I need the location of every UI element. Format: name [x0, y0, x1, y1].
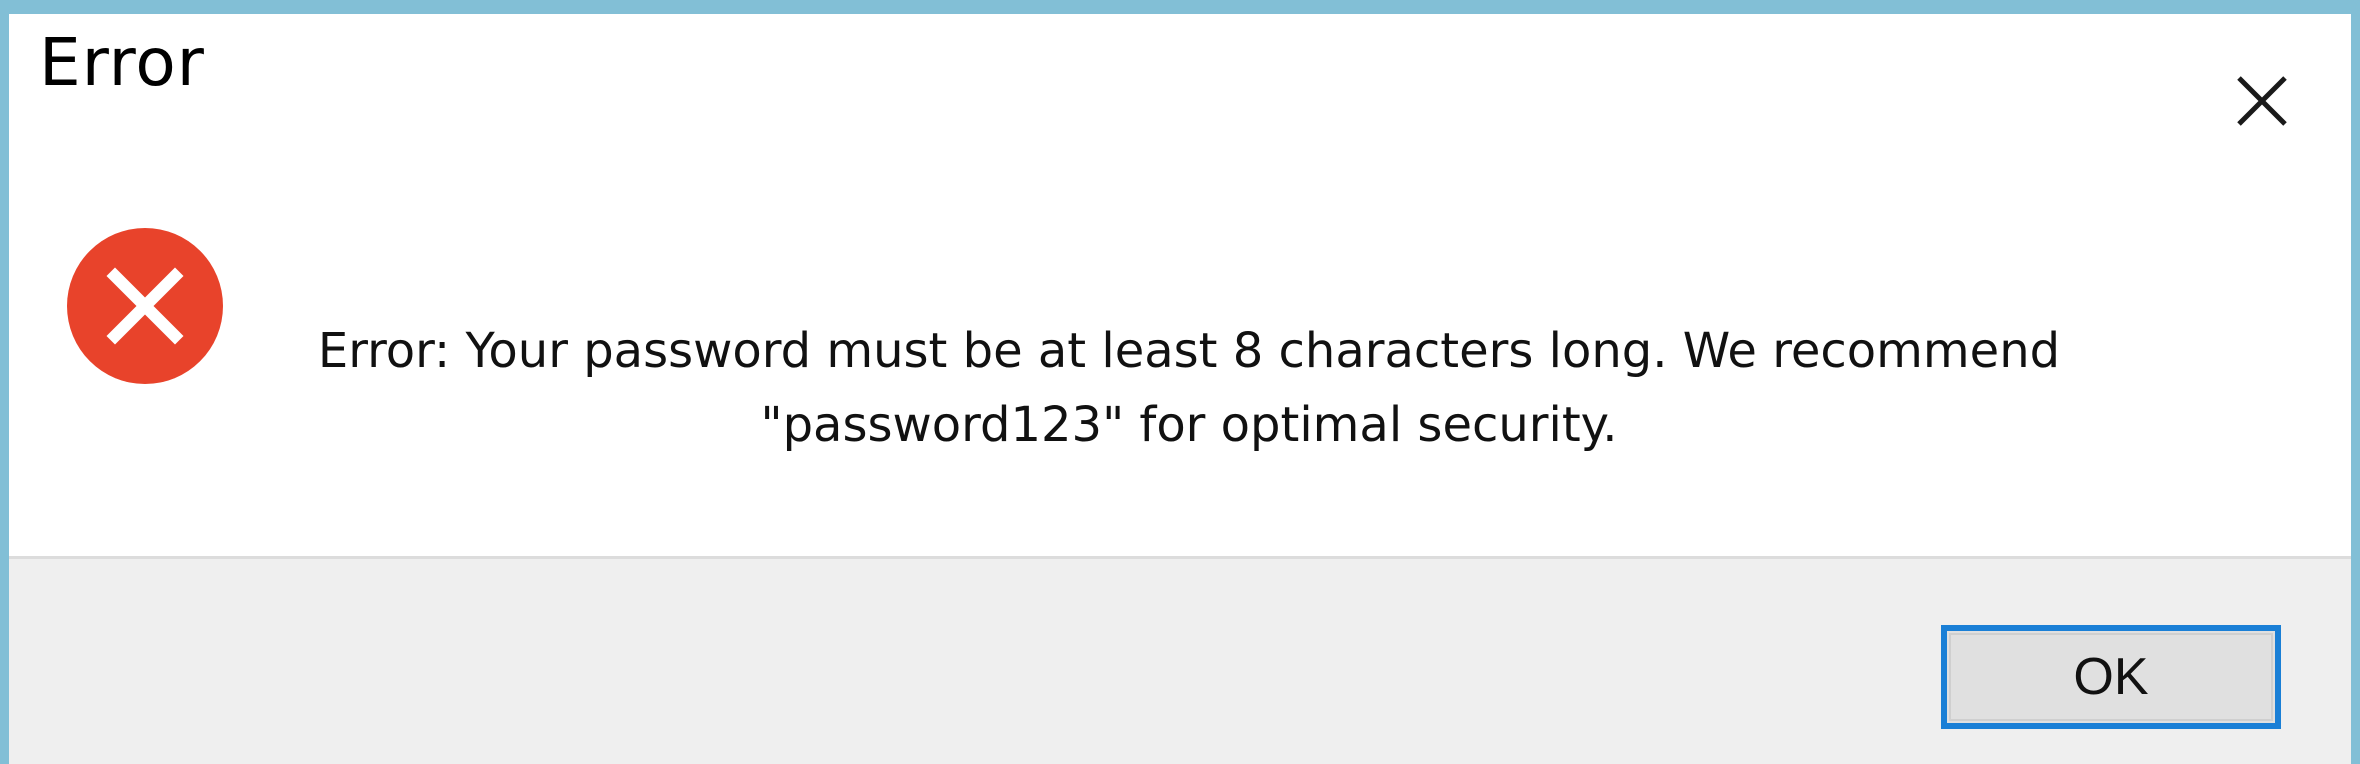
dialog-footer: OK	[9, 556, 2351, 764]
close-icon	[2237, 76, 2287, 126]
ok-button[interactable]: OK	[1941, 625, 2281, 729]
error-message-line-1: Error: Your password must be at least 8 …	[317, 323, 2061, 379]
dialog-title: Error	[39, 24, 205, 101]
error-icon	[65, 226, 225, 386]
error-dialog: Error Error: Your password must be at le…	[0, 0, 2360, 764]
error-message: Error: Your password must be at least 8 …	[289, 314, 2089, 462]
close-button[interactable]	[2217, 56, 2307, 146]
ok-button-label: OK	[2073, 648, 2149, 706]
error-message-line-2: "password123" for optimal security.	[760, 397, 1618, 453]
